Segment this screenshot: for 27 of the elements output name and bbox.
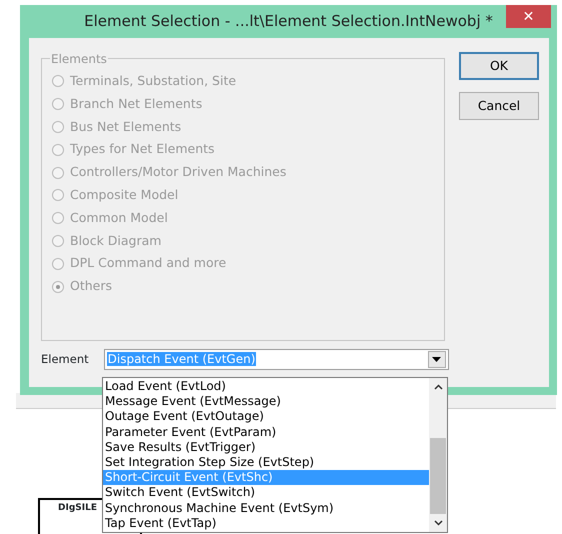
radio-label: Composite Model — [70, 186, 178, 204]
dropdown-item[interactable]: Switch Event (EvtSwitch) — [103, 485, 429, 500]
dropdown-item[interactable]: Load Event (EvtLod) — [103, 379, 429, 394]
radio-label: Common Model — [70, 208, 168, 227]
ok-button[interactable]: OK — [459, 52, 539, 80]
dropdown-item[interactable]: Save Results (EvtTrigger) — [103, 440, 429, 455]
scrollbar-thumb[interactable] — [430, 438, 446, 514]
radio-label: Terminals, Substation, Site — [70, 72, 236, 90]
radio-label: Block Diagram — [70, 232, 162, 250]
radio-label: Others — [70, 277, 112, 296]
dropdown-item[interactable]: Parameter Event (EvtParam) — [103, 424, 429, 440]
close-button[interactable]: ✕ — [506, 5, 551, 28]
dropdown-item[interactable]: Synchronous Machine Event (EvtSym) — [103, 500, 429, 516]
scrollbar[interactable] — [429, 378, 447, 532]
radio-label: Bus Net Elements — [70, 118, 182, 136]
cancel-button[interactable]: Cancel — [459, 92, 539, 120]
radio-label: DPL Command and more — [70, 254, 226, 272]
radio-label: Controllers/Motor Driven Machines — [70, 163, 286, 182]
radio-label: Branch Net Elements — [70, 94, 202, 113]
radio-label: Types for Net Elements — [70, 140, 215, 158]
block-label: DIgSILE — [58, 503, 97, 513]
selected-value: Dispatch Event (EvtGen) — [106, 352, 256, 366]
dropdown-item[interactable]: Tap Event (EvtTap) — [103, 516, 429, 531]
dropdown-item[interactable]: Set Integration Step Size (EvtStep) — [103, 454, 429, 470]
dropdown-item[interactable]: Outage Event (EvtOutage) — [103, 409, 429, 425]
window-title: Element Selection - ...lt\Element Selection.IntNewobj * — [84, 11, 493, 32]
element-label: Element — [41, 350, 89, 368]
